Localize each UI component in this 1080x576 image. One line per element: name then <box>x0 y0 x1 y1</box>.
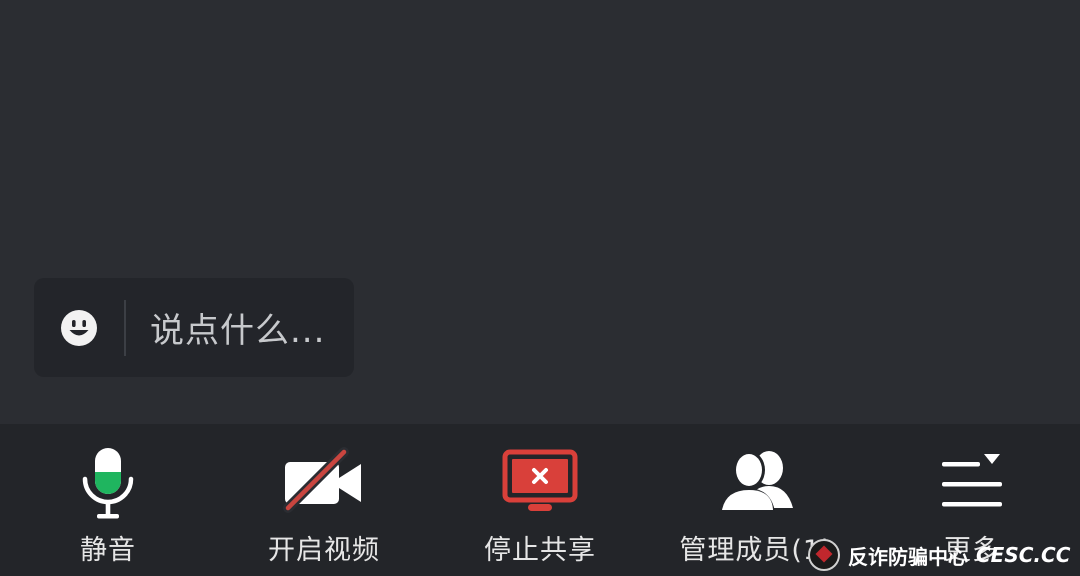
start-video-label: 开启视频 <box>268 535 380 566</box>
mute-button[interactable]: 静音 <box>0 424 216 576</box>
stop-share-button[interactable]: 停止共享 <box>432 424 648 576</box>
chat-placeholder[interactable]: 说点什么... <box>150 303 325 352</box>
emoji-button[interactable] <box>34 278 124 377</box>
stop-share-screen-icon <box>502 449 578 511</box>
watermark-text: 反诈防骗中心 <box>848 544 968 569</box>
video-off-icon <box>283 447 361 513</box>
watermark: 反诈防骗中心 CESC.CC <box>808 536 1070 574</box>
watermark-logo-icon <box>808 539 840 571</box>
start-video-button[interactable]: 开启视频 <box>216 424 432 576</box>
members-icon <box>719 451 793 512</box>
watermark-latin: CESC.CC <box>976 543 1071 567</box>
chat-input-box[interactable]: 说点什么... <box>34 278 354 377</box>
meeting-screen: 说点什么... 静音 开启视频 停止共享 管理成员(1) 更多 反诈防骗中心 C… <box>0 0 1080 576</box>
stop-share-label: 停止共享 <box>484 535 596 566</box>
chat-divider <box>124 299 126 356</box>
smiley-icon <box>61 309 97 346</box>
microphone-icon <box>82 448 134 519</box>
mute-label: 静音 <box>80 535 136 566</box>
more-menu-icon <box>942 454 1002 507</box>
